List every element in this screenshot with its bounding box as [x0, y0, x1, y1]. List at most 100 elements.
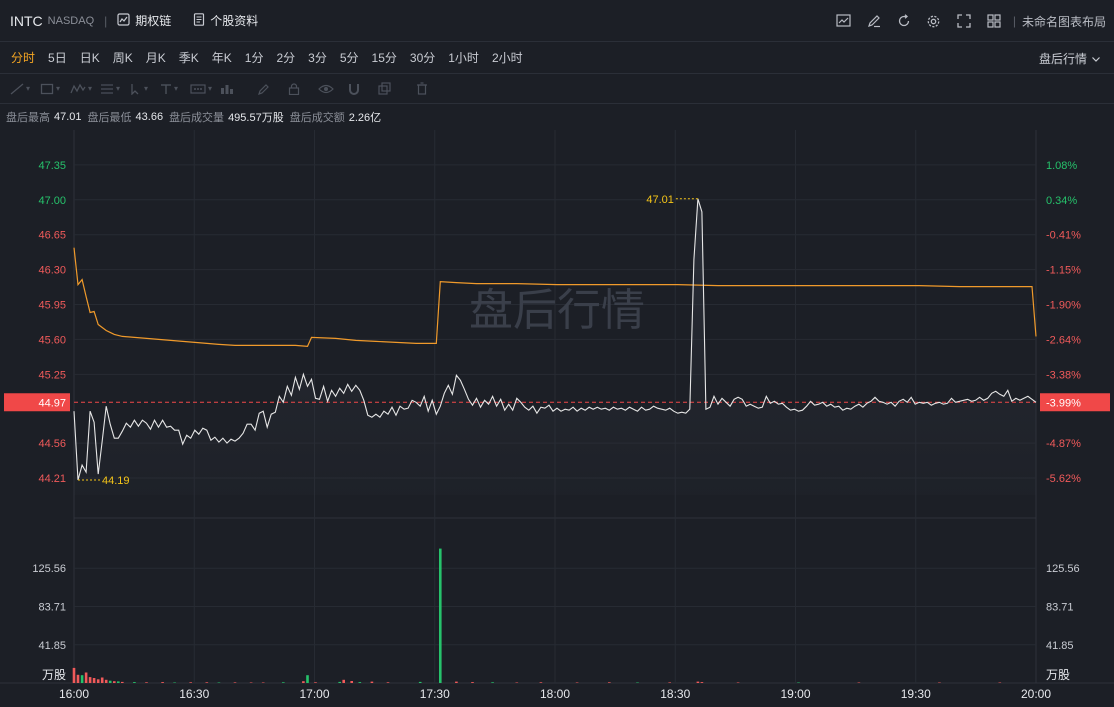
tab-period-11[interactable]: 15分: [372, 49, 397, 66]
volume-bar: [261, 682, 265, 683]
volume-bar: [455, 681, 458, 683]
pct-tick-label: -1.90%: [1046, 300, 1081, 312]
tab-period-8[interactable]: 2分: [276, 49, 295, 66]
price-tick-label: 47.00: [38, 195, 66, 207]
edit-icon[interactable]: [865, 12, 883, 30]
options-chain-link[interactable]: 期权链: [117, 12, 171, 29]
after-hours-label: 盘后行情: [1038, 51, 1087, 66]
volume-bar: [350, 681, 353, 683]
volume-bar: [133, 682, 136, 683]
volume-bar: [96, 679, 100, 683]
tab-period-9[interactable]: 3分: [308, 49, 327, 66]
pct-tick-label: -3.38%: [1046, 369, 1081, 381]
tab-period-4[interactable]: 月K: [146, 49, 166, 66]
trash-icon[interactable]: [416, 79, 446, 99]
bar-chart-icon[interactable]: [220, 79, 250, 99]
time-tick-label: 18:30: [660, 687, 690, 701]
volume-bar: [233, 682, 237, 683]
volume-bar: [370, 681, 374, 683]
volume-bar: [358, 682, 362, 683]
time-tick-label: 16:00: [59, 687, 89, 701]
price-tick-label: 45.95: [38, 300, 66, 312]
eye-icon[interactable]: [318, 79, 348, 99]
volume-bar: [302, 681, 305, 683]
after-hours-dropdown[interactable]: 盘后行情: [1039, 42, 1100, 74]
fibonacci-icon[interactable]: ▾: [100, 79, 130, 99]
volume-tick-label: 41.85: [1046, 640, 1074, 652]
grid-layout-icon[interactable]: [985, 12, 1003, 30]
intraday-chart[interactable]: 盘后行情 47.35 1.08% 47.00 0.34% 46.65 -0.41% 46.3…: [0, 130, 1114, 707]
tab-period-0[interactable]: 分时: [11, 49, 35, 66]
chart-type-icon[interactable]: [835, 12, 853, 30]
price-tick-label: 44.56: [38, 438, 66, 450]
high-value: 47.01: [54, 111, 82, 123]
measure-icon[interactable]: ▾: [190, 79, 220, 99]
volume-bar: [104, 679, 108, 683]
volume-unit-left: 万股: [42, 668, 66, 682]
volume-bar: [121, 681, 124, 683]
tab-period-3[interactable]: 周K: [113, 49, 133, 66]
volume-bar: [161, 682, 164, 683]
current-pct-label: -3.99%: [1046, 397, 1081, 409]
volume-bar: [145, 682, 148, 683]
trend-line-icon[interactable]: ▾: [10, 79, 40, 99]
time-tick-label: 17:00: [299, 687, 329, 701]
volume-bar: [539, 682, 543, 683]
text-tool-icon[interactable]: ▾: [160, 79, 190, 99]
refresh-icon[interactable]: [895, 12, 913, 30]
volume-bar: [189, 682, 192, 683]
tab-period-5[interactable]: 季K: [179, 49, 199, 66]
time-tick-label: 17:30: [420, 687, 450, 701]
rectangle-icon[interactable]: ▾: [40, 79, 70, 99]
layout-name-button[interactable]: 未命名图表布局: [1022, 13, 1106, 30]
pencil-icon[interactable]: [258, 79, 288, 99]
time-tick-label: 19:30: [901, 687, 931, 701]
tab-period-6[interactable]: 年K: [212, 49, 232, 66]
volume-bar: [998, 682, 1002, 683]
magnet-icon[interactable]: [348, 79, 378, 99]
tab-period-13[interactable]: 1小时: [448, 49, 479, 66]
volume-bar: [700, 682, 704, 683]
cursor-icon[interactable]: ▾: [130, 79, 160, 99]
tab-period-14[interactable]: 2小时: [492, 49, 523, 66]
volume-bar: [117, 681, 120, 683]
volume-bar: [72, 667, 76, 683]
tab-period-10[interactable]: 5分: [340, 49, 359, 66]
separator: |: [104, 13, 108, 28]
volume-bar: [857, 682, 861, 683]
stock-profile-link[interactable]: 个股资料: [193, 12, 258, 29]
chart-watermark: 盘后行情: [469, 285, 645, 336]
tab-period-2[interactable]: 日K: [80, 49, 100, 66]
high-label: 盘后最高: [6, 112, 50, 124]
top-bar: INTC NASDAQ | 期权链 个股资料 | 未命名图表布局: [0, 0, 1114, 42]
pct-tick-label: -0.41%: [1046, 230, 1081, 242]
volume-bar: [636, 682, 639, 683]
volume-bar: [471, 682, 474, 683]
gear-icon[interactable]: [925, 12, 943, 30]
drawing-toolbar: ▾ ▾ ▾ ▾ ▾ ▾ ▾: [0, 74, 1114, 104]
volume-bar: [84, 672, 88, 683]
volume-bar: [439, 548, 442, 683]
ticker-symbol: INTC: [10, 12, 43, 29]
tab-period-12[interactable]: 30分: [410, 49, 435, 66]
copy-icon[interactable]: [378, 79, 408, 99]
price-tick-label: 47.35: [38, 160, 66, 172]
tab-period-7[interactable]: 1分: [245, 49, 264, 66]
tab-period-1[interactable]: 5日: [48, 49, 67, 66]
volume-unit-right: 万股: [1046, 668, 1070, 682]
volume-bar: [342, 679, 345, 683]
volume-bar: [418, 681, 422, 683]
price-tick-label: 44.21: [38, 473, 66, 485]
volume-bar: [80, 675, 84, 683]
lock-icon[interactable]: [288, 79, 318, 99]
volume-label: 盘后成交量: [169, 112, 225, 124]
time-tick-label: 18:00: [540, 687, 570, 701]
volume-tick-label: 83.71: [38, 601, 66, 613]
pct-tick-label: -5.62%: [1046, 473, 1081, 485]
wave-icon[interactable]: ▾: [70, 79, 100, 99]
fullscreen-icon[interactable]: [955, 12, 973, 30]
volume-bar: [76, 674, 80, 683]
low-label: 盘后最低: [87, 112, 132, 124]
top-right-tools: | 未命名图表布局: [823, 0, 1106, 42]
exchange-name: NASDAQ: [47, 14, 95, 27]
